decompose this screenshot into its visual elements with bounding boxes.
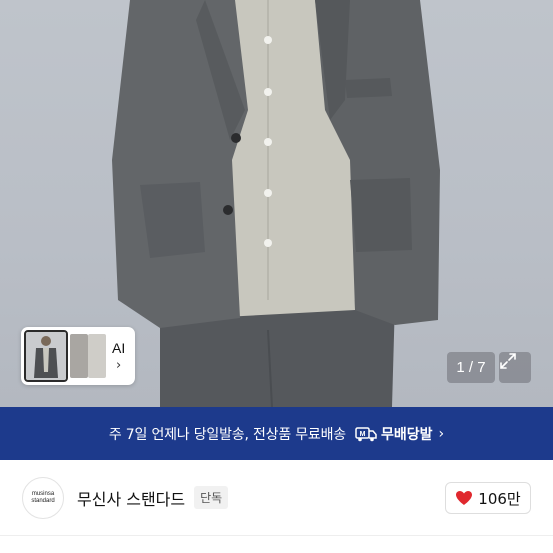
brand-logo-line1: musinsa [31,490,55,497]
product-page: AI › 1 / 7 주 7일 언제나 당일발송, 전상품 무료배송 M 무배당… [0,0,553,553]
shipping-banner-text: 주 7일 언제나 당일발송, 전상품 무료배송 [108,426,346,443]
free-delivery-badge: M 무배당발 [355,424,433,444]
expand-icon [500,353,516,369]
heart-icon [456,491,473,505]
shipping-banner[interactable]: 주 7일 언제나 당일발송, 전상품 무료배송 M 무배당발 › [0,407,553,460]
thumbnail-photo [26,332,66,380]
exclusive-badge: 단독 [194,486,229,509]
svg-text:M: M [360,431,366,438]
chevron-right-icon: › [438,425,445,442]
badge-label: 무배당발 [380,426,433,443]
like-count: 106만 [478,489,521,508]
brand-logo-line2: standard [31,497,55,504]
truck-icon: M [355,426,377,441]
expand-button[interactable] [499,352,531,383]
thumbnail-strip[interactable]: AI › [21,327,135,385]
thumbnail-current[interactable] [24,330,68,382]
brand-logo[interactable]: musinsa standard [22,476,64,519]
ai-button[interactable]: AI › [112,330,125,382]
thumbnail-3 [88,334,106,378]
thumbnail-more[interactable] [70,334,106,378]
ai-label: AI [112,339,126,356]
product-image[interactable]: AI › 1 / 7 [0,0,553,407]
image-counter: 1 / 7 [447,352,495,383]
chevron-right-icon: › [116,357,122,373]
brand-row: musinsa standard 무신사 스탠다드 단독 106만 [0,460,553,536]
thumbnail-2 [70,334,88,378]
like-button[interactable]: 106만 [445,482,531,514]
brand-name[interactable]: 무신사 스탠다드 [77,486,185,510]
